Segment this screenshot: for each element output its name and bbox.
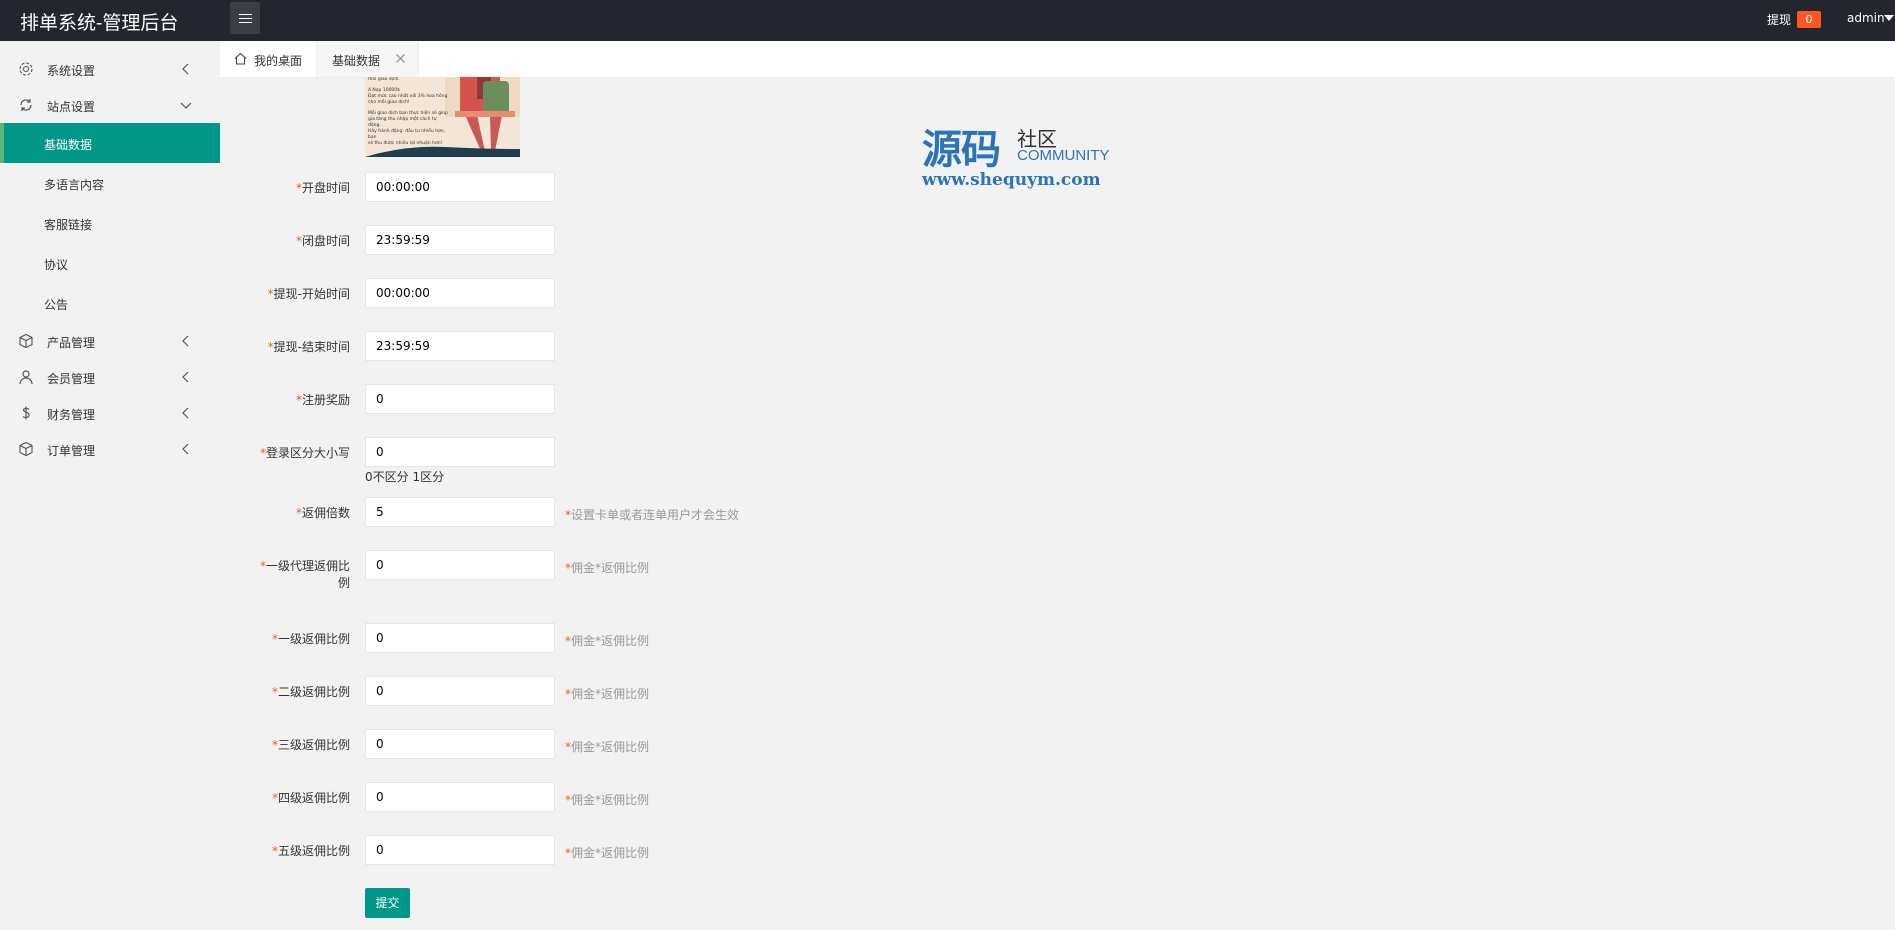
close-time-input[interactable] — [365, 225, 555, 255]
top-header: 排单系统-管理后台 提现 0 admin — [0, 0, 1895, 41]
banner-text-line: sẽ thu được nhiều lợi nhuận hơn! — [368, 141, 443, 146]
sidebar-item-label: 基础数据 — [44, 138, 93, 152]
watermark-big-text: 源码 — [922, 126, 1001, 173]
banner-text-line: gia tăng thu nhập một cách tự động. — [368, 117, 437, 128]
main-content: mỗi giao dịch. A.Nạp 10000$ Đạt mức cao … — [220, 77, 1895, 930]
chevron-left-icon — [182, 407, 189, 419]
level2-rebate-input[interactable] — [365, 676, 555, 706]
sidebar-item-finance-mgmt[interactable]: 财务管理 — [0, 395, 220, 431]
field-hint: *佣金*返佣比例 — [565, 561, 650, 575]
field-label: *登录区分大小写 — [259, 446, 350, 460]
field-label: *开盘时间 — [295, 181, 350, 195]
sidebar-item-notice[interactable]: 公告 — [0, 283, 220, 323]
close-icon[interactable] — [395, 53, 406, 64]
level4-rebate-input[interactable] — [365, 782, 555, 812]
register-reward-input[interactable] — [365, 384, 555, 414]
tab-bar: 我的桌面 基础数据 — [220, 41, 1895, 78]
field-label: *四级返佣比例 — [271, 791, 350, 805]
withdraw-start-input[interactable] — [365, 278, 555, 308]
level5-rebate-input[interactable] — [365, 835, 555, 865]
field-label: *提现-结束时间 — [267, 340, 350, 354]
field-label: *五级返佣比例 — [271, 844, 350, 858]
field-label: *返佣倍数 — [295, 506, 350, 520]
cube-icon — [19, 441, 33, 457]
chevron-left-icon — [182, 335, 189, 347]
tab-label: 基础数据 — [332, 54, 381, 68]
sidebar-item-label: 系统设置 — [47, 64, 96, 78]
watermark-url: www.shequym.com — [922, 170, 1101, 190]
sidebar-item-site-settings[interactable]: 站点设置 — [0, 87, 220, 123]
field-hint: *设置卡单或者连单用户才会生效 — [565, 508, 740, 522]
sidebar-item-support-link[interactable]: 客服链接 — [0, 203, 220, 243]
sidebar-item-label: 订单管理 — [47, 444, 96, 458]
home-icon — [234, 52, 247, 65]
agent-rebate-input[interactable] — [365, 550, 555, 580]
sidebar-item-member-mgmt[interactable]: 会员管理 — [0, 359, 220, 395]
user-menu[interactable]: admin — [1847, 11, 1885, 25]
level3-rebate-input[interactable] — [365, 729, 555, 759]
level1-rebate-input[interactable] — [365, 623, 555, 653]
sidebar-item-label: 站点设置 — [47, 100, 96, 114]
chevron-left-icon — [182, 443, 189, 455]
withdraw-end-input[interactable] — [365, 331, 555, 361]
hamburger-icon — [238, 13, 252, 23]
sidebar: 系统设置 站点设置 基础数据 多语言内容 客服链接 协议 公告 产品管理 会员管… — [0, 41, 220, 930]
field-hint: *佣金*返佣比例 — [565, 740, 650, 754]
field-hint: *佣金*返佣比例 — [565, 793, 650, 807]
banner-text-line: Hãy hành động: đầu tư nhiều hơn, bạn — [368, 129, 446, 140]
rebate-multiplier-input[interactable] — [365, 497, 555, 527]
sidebar-item-label: 协议 — [44, 258, 69, 272]
field-label: *提现-开始时间 — [267, 287, 350, 301]
field-hint: *佣金*返佣比例 — [565, 687, 650, 701]
sidebar-item-multilang[interactable]: 多语言内容 — [0, 163, 220, 203]
login-case-aux-text: 0不区分 1区分 — [365, 470, 445, 484]
sidebar-item-label: 公告 — [44, 298, 69, 312]
site-icon — [20, 99, 32, 111]
login-case-input[interactable] — [365, 437, 555, 467]
chevron-down-icon — [180, 102, 192, 109]
submit-button[interactable]: 提交 — [365, 888, 410, 918]
field-hint: *佣金*返佣比例 — [565, 846, 650, 860]
sidebar-item-label: 客服链接 — [44, 218, 93, 232]
field-label: *闭盘时间 — [295, 234, 350, 248]
watermark-logo: 源码 社区 COMMUNITY www.shequym.com — [922, 117, 1142, 190]
field-label: *一级返佣比例 — [271, 632, 350, 646]
cube-icon — [19, 333, 33, 349]
chevron-left-icon — [182, 371, 189, 383]
withdraw-link[interactable]: 提现 — [1767, 11, 1791, 28]
sidebar-item-label: 财务管理 — [47, 408, 96, 422]
watermark-community-text: COMMUNITY — [1017, 147, 1110, 164]
user-icon — [19, 370, 33, 385]
sidebar-item-agreement[interactable]: 协议 — [0, 243, 220, 283]
dollar-icon — [22, 406, 30, 420]
chevron-left-icon — [182, 63, 189, 75]
gear-icon — [19, 62, 33, 76]
field-label: *三级返佣比例 — [271, 738, 350, 752]
menu-toggle-button[interactable] — [230, 2, 260, 34]
field-label: *注册奖励 — [295, 393, 350, 407]
open-time-input[interactable] — [365, 172, 555, 202]
sidebar-item-label: 会员管理 — [47, 372, 96, 386]
sidebar-item-label: 产品管理 — [47, 336, 96, 350]
withdraw-count-badge: 0 — [1797, 11, 1821, 28]
field-label: *一级代理返佣比例 — [259, 559, 350, 590]
sidebar-item-product-mgmt[interactable]: 产品管理 — [0, 323, 220, 359]
sidebar-item-basic-data[interactable]: 基础数据 — [0, 123, 220, 163]
tab-home[interactable]: 我的桌面 — [220, 41, 316, 77]
field-label: *二级返佣比例 — [271, 685, 350, 699]
tab-basic-data[interactable]: 基础数据 — [316, 41, 419, 77]
tab-label: 我的桌面 — [254, 54, 303, 68]
sidebar-item-system-settings[interactable]: 系统设置 — [0, 51, 220, 87]
caret-down-icon[interactable] — [1884, 15, 1894, 21]
sidebar-item-label: 多语言内容 — [44, 178, 105, 192]
app-title: 排单系统-管理后台 — [20, 12, 179, 34]
sidebar-item-order-mgmt[interactable]: 订单管理 — [0, 431, 220, 467]
field-hint: *佣金*返佣比例 — [565, 634, 650, 648]
banner-image: mỗi giao dịch. A.Nạp 10000$ Đạt mức cao … — [365, 77, 520, 157]
